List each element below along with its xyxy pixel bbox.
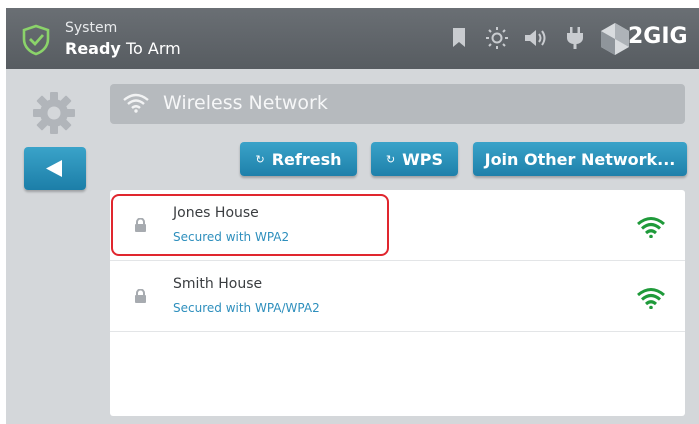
wps-label: WPS xyxy=(402,149,444,169)
join-other-network-label: Join Other Network... xyxy=(484,149,676,169)
bookmark-icon[interactable] xyxy=(453,28,465,48)
top-status-bar: System Ready To Arm 2GIG xyxy=(6,8,699,69)
network-security: Secured with WPA/WPA2 xyxy=(173,301,320,315)
arm-status-bold: Ready xyxy=(65,39,121,58)
refresh-label: Refresh xyxy=(271,149,342,169)
2gig-logo-icon xyxy=(601,23,629,55)
gear-icon[interactable] xyxy=(32,91,76,135)
brightness-icon[interactable] xyxy=(486,27,508,49)
back-arrow-icon xyxy=(46,160,62,177)
wifi-icon xyxy=(123,93,149,113)
brand-name: 2GIG xyxy=(628,24,688,49)
network-list: Jones House Secured with WPA2 Smith Hous… xyxy=(110,190,685,416)
shield-check-icon xyxy=(22,24,50,56)
arm-status-rest: To Arm xyxy=(120,39,181,58)
network-name: Jones House xyxy=(173,205,259,221)
list-item[interactable]: Smith House Secured with WPA/WPA2 xyxy=(110,261,685,332)
network-name: Smith House xyxy=(173,276,263,292)
page-title-bar: Wireless Network xyxy=(110,84,685,124)
volume-icon[interactable] xyxy=(525,29,549,47)
arm-status: Ready To Arm xyxy=(65,39,181,58)
refresh-icon: ↻ xyxy=(255,152,265,166)
power-plug-icon[interactable] xyxy=(566,27,584,49)
wps-icon: ↻ xyxy=(385,152,396,166)
wifi-signal-icon xyxy=(637,217,665,238)
network-security: Secured with WPA2 xyxy=(173,230,290,244)
lock-icon xyxy=(135,218,146,232)
list-item[interactable]: Jones House Secured with WPA2 xyxy=(110,190,685,261)
screen: System Ready To Arm 2GIG Wireless Networ… xyxy=(6,8,699,424)
page-title: Wireless Network xyxy=(163,92,328,114)
back-button[interactable] xyxy=(24,147,86,190)
join-other-network-button[interactable]: Join Other Network... xyxy=(473,142,687,176)
refresh-button[interactable]: ↻ Refresh xyxy=(240,142,357,176)
lock-icon xyxy=(135,289,146,303)
wps-button[interactable]: ↻ WPS xyxy=(371,142,458,176)
wifi-signal-icon xyxy=(637,288,665,309)
system-label: System xyxy=(65,20,118,36)
